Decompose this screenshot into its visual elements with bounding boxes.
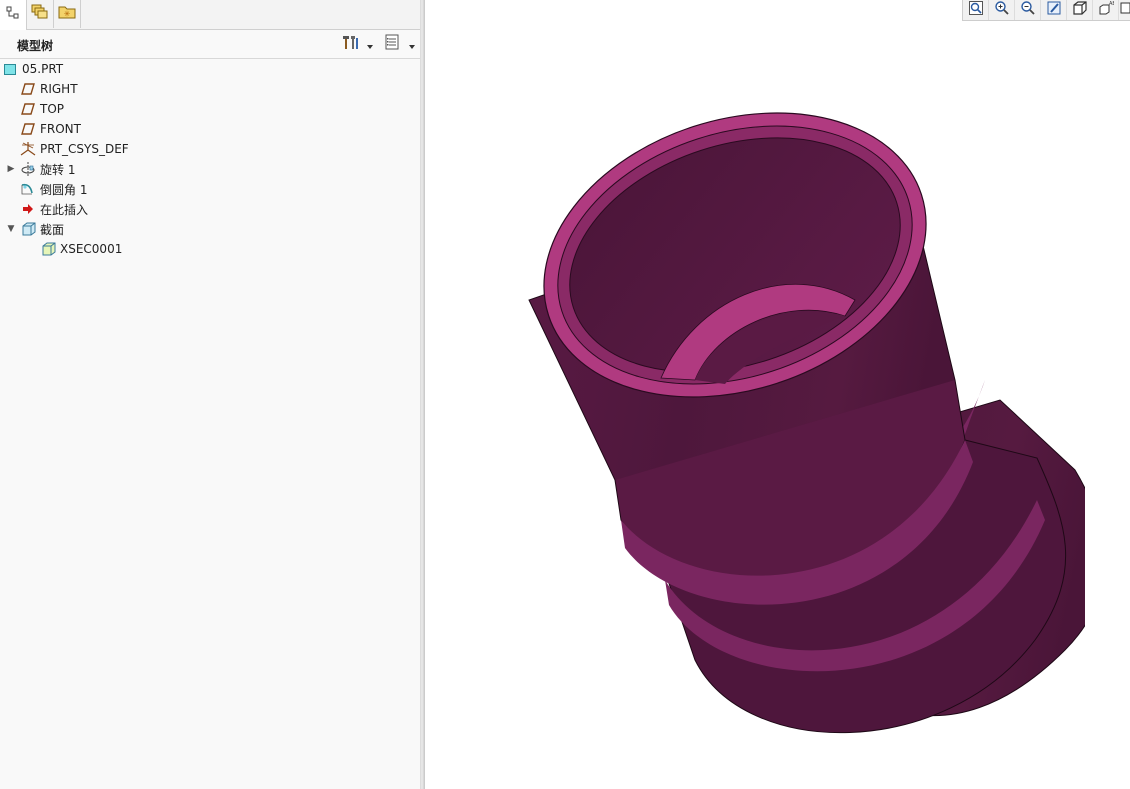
tree-item-label: TOP — [40, 102, 65, 116]
svg-text:AB: AB — [1109, 1, 1114, 7]
coordinate-system-icon — [20, 141, 36, 157]
tree-item-label: FRONT — [40, 122, 81, 136]
tree-item-datum-right[interactable]: RIGHT — [20, 79, 78, 99]
datum-plane-icon — [20, 121, 36, 137]
chevron-down-icon — [408, 35, 416, 54]
section-icon — [40, 241, 56, 257]
graphics-window[interactable]: AB — [425, 0, 1130, 789]
zoom-in-button[interactable] — [989, 0, 1015, 20]
model-3d-view[interactable] — [525, 95, 1085, 765]
tree-item-xsec[interactable]: XSEC0001 — [40, 239, 122, 259]
expand-arrow-icon[interactable]: ▶ — [6, 164, 16, 174]
favorites-folder-tab-icon: ✳ — [58, 4, 76, 24]
datum-plane-icon — [20, 101, 36, 117]
tab-model-tree[interactable] — [0, 0, 27, 30]
tree-item-label: 截面 — [40, 222, 65, 237]
datum-plane-icon — [20, 81, 36, 97]
display-style-icon — [1072, 0, 1088, 20]
layers-tab-icon — [31, 4, 49, 24]
saved-orientations-icon: AB — [1098, 0, 1116, 20]
graphics-toolbar: AB — [962, 0, 1130, 21]
svg-text:✳: ✳ — [64, 10, 71, 19]
zoom-in-icon — [994, 0, 1010, 20]
tree-settings-icon — [341, 33, 359, 55]
tree-item-round[interactable]: 倒圆角 1 — [20, 179, 87, 199]
display-style-button[interactable] — [1067, 0, 1093, 20]
view-manager-button[interactable] — [1119, 0, 1130, 20]
tree-item-label: XSEC0001 — [60, 242, 123, 256]
collapse-arrow-icon[interactable]: ▼ — [6, 224, 16, 234]
view-manager-icon — [1120, 0, 1130, 20]
tree-item-insert-here[interactable]: 在此插入 — [20, 199, 88, 219]
tree-settings-dropdown[interactable] — [365, 34, 375, 54]
navigator-tab-strip: ✳ — [0, 0, 420, 30]
refit-icon — [968, 0, 984, 20]
chevron-down-icon — [366, 35, 374, 54]
model-tree-header: 模型树 — [0, 30, 420, 59]
sections-folder-icon — [20, 221, 36, 237]
tree-item-label: PRT_CSYS_DEF — [40, 142, 129, 156]
tree-item-datum-top[interactable]: TOP — [20, 99, 64, 119]
model-tree-tab-icon — [5, 5, 21, 25]
tree-item-datum-front[interactable]: FRONT — [20, 119, 81, 139]
tree-item-sections[interactable]: 截面 — [20, 219, 64, 239]
zoom-out-button[interactable] — [1015, 0, 1041, 20]
tree-item-label: 05.PRT — [22, 62, 64, 76]
tree-item-part[interactable]: 05.PRT — [2, 59, 63, 79]
round-icon — [20, 181, 36, 197]
repaint-button[interactable] — [1041, 0, 1067, 20]
saved-orientations-button[interactable]: AB — [1093, 0, 1119, 20]
creo-window: ✳ 模型树 05.PRT RIGHT TOP FRONT PRT_CSYS_DE… — [0, 0, 1130, 789]
tab-layers[interactable] — [27, 0, 54, 28]
tree-settings-button[interactable] — [339, 34, 361, 54]
part-icon — [2, 61, 18, 77]
tree-show-dropdown[interactable] — [407, 34, 417, 54]
refit-button[interactable] — [963, 0, 989, 20]
model-tree-title: 模型树 — [17, 39, 54, 53]
tree-item-label: 旋转 1 — [40, 162, 76, 177]
tree-item-csys[interactable]: PRT_CSYS_DEF — [20, 139, 129, 159]
repaint-icon — [1046, 0, 1062, 20]
tree-item-label: 倒圆角 1 — [40, 182, 88, 197]
tree-item-label: 在此插入 — [40, 202, 89, 217]
zoom-out-icon — [1020, 0, 1036, 20]
tree-item-revolve[interactable]: 旋转 1 — [20, 159, 75, 179]
revolve-icon — [20, 161, 36, 177]
tree-show-button[interactable] — [381, 34, 403, 54]
tab-favorites[interactable]: ✳ — [54, 0, 81, 28]
tree-show-icon — [383, 33, 401, 55]
insert-here-arrow-icon — [20, 201, 36, 217]
tree-item-label: RIGHT — [40, 82, 78, 96]
navigator-panel: ✳ 模型树 05.PRT RIGHT TOP FRONT PRT_CSYS_DE… — [0, 0, 420, 789]
